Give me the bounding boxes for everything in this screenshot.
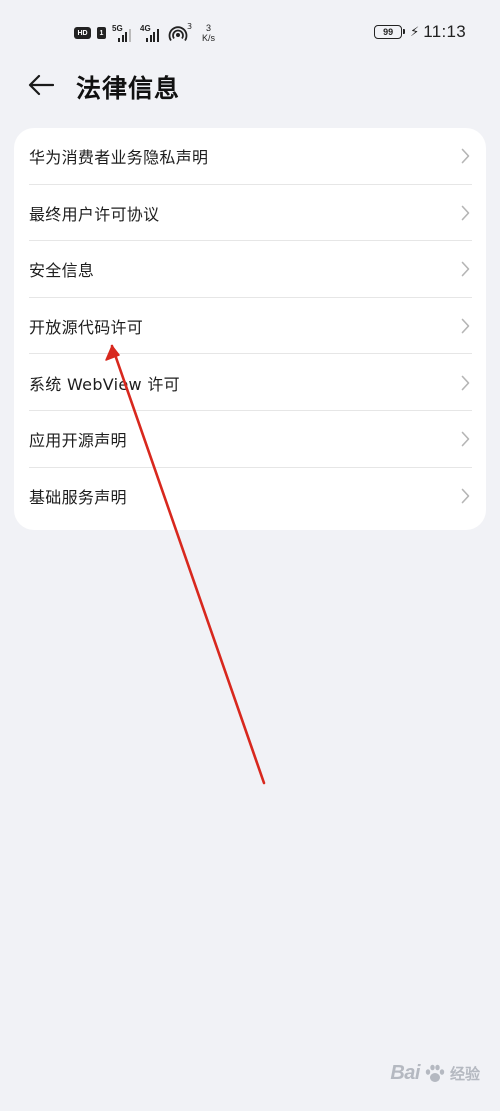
list-item-open-source-license[interactable]: 开放源代码许可 (14, 298, 486, 355)
back-button[interactable] (22, 68, 60, 102)
screen: HD 1 5G 4G 3 3 K/s 99 ⚡︎ 11:13 法律信息 华为消费… (0, 0, 500, 1111)
list-item-eula[interactable]: 最终用户许可协议 (14, 185, 486, 242)
watermark-logo: Bai 经验 (390, 1062, 480, 1085)
list-item-basic-service-statement[interactable]: 基础服务声明 (14, 468, 486, 525)
network-speed: 3 K/s (202, 23, 215, 43)
arrow-left-icon (28, 74, 54, 96)
charging-icon: ⚡︎ (410, 24, 420, 40)
list-item-label: 华为消费者业务隐私声明 (29, 148, 209, 168)
hd-voice-icon: HD (74, 27, 91, 39)
chevron-right-icon (461, 375, 470, 390)
battery-level: 99 (383, 27, 394, 37)
list-item-label: 最终用户许可协议 (29, 204, 160, 224)
status-icons-left: HD 1 5G 4G 3 3 K/s (74, 20, 215, 46)
chevron-right-icon (461, 262, 470, 277)
chevron-right-icon (461, 431, 470, 447)
chevron-right-icon (461, 205, 470, 221)
network-speed-value: 3 (206, 23, 212, 33)
hotspot-icon: 3 (168, 22, 193, 42)
paw-icon (425, 1064, 445, 1082)
status-bar: HD 1 5G 4G 3 3 K/s 99 ⚡︎ 11:13 (0, 0, 500, 62)
list-item-app-open-source-statement[interactable]: 应用开源声明 (14, 411, 486, 468)
page-title: 法律信息 (76, 74, 181, 103)
list-item-safety-info[interactable]: 安全信息 (14, 241, 486, 298)
watermark-text: Bai (390, 1062, 420, 1084)
chevron-right-icon (461, 488, 470, 504)
list-item-privacy-statement[interactable]: 华为消费者业务隐私声明 (14, 128, 486, 185)
chevron-right-icon (461, 148, 470, 164)
title-bar: 法律信息 (0, 62, 500, 108)
battery-icon: 99 (374, 25, 406, 39)
cellular-signal-icon-2: 4G (140, 24, 162, 42)
hotspot-count: 3 (187, 22, 193, 31)
network-speed-unit: K/s (202, 33, 216, 43)
list-item-label: 系统 WebView 许可 (29, 374, 180, 394)
status-time: 11:13 (423, 22, 466, 41)
status-icons-right: 99 ⚡︎ 11:13 (374, 20, 466, 44)
list-item-label: 基础服务声明 (29, 487, 127, 507)
list-item-label: 安全信息 (29, 261, 95, 281)
sim-card-icon: 1 (97, 27, 106, 39)
cellular-signal-icon-1: 5G (112, 24, 134, 42)
list-item-label: 应用开源声明 (29, 431, 127, 451)
legal-info-list: 华为消费者业务隐私声明 最终用户许可协议 安全信息 开放源代码许可 系统 Web… (14, 128, 486, 530)
chevron-right-icon (461, 318, 470, 334)
list-item-webview-license[interactable]: 系统 WebView 许可 (14, 354, 486, 411)
watermark-subtext: 经验 (449, 1066, 480, 1083)
list-item-label: 开放源代码许可 (29, 318, 144, 338)
